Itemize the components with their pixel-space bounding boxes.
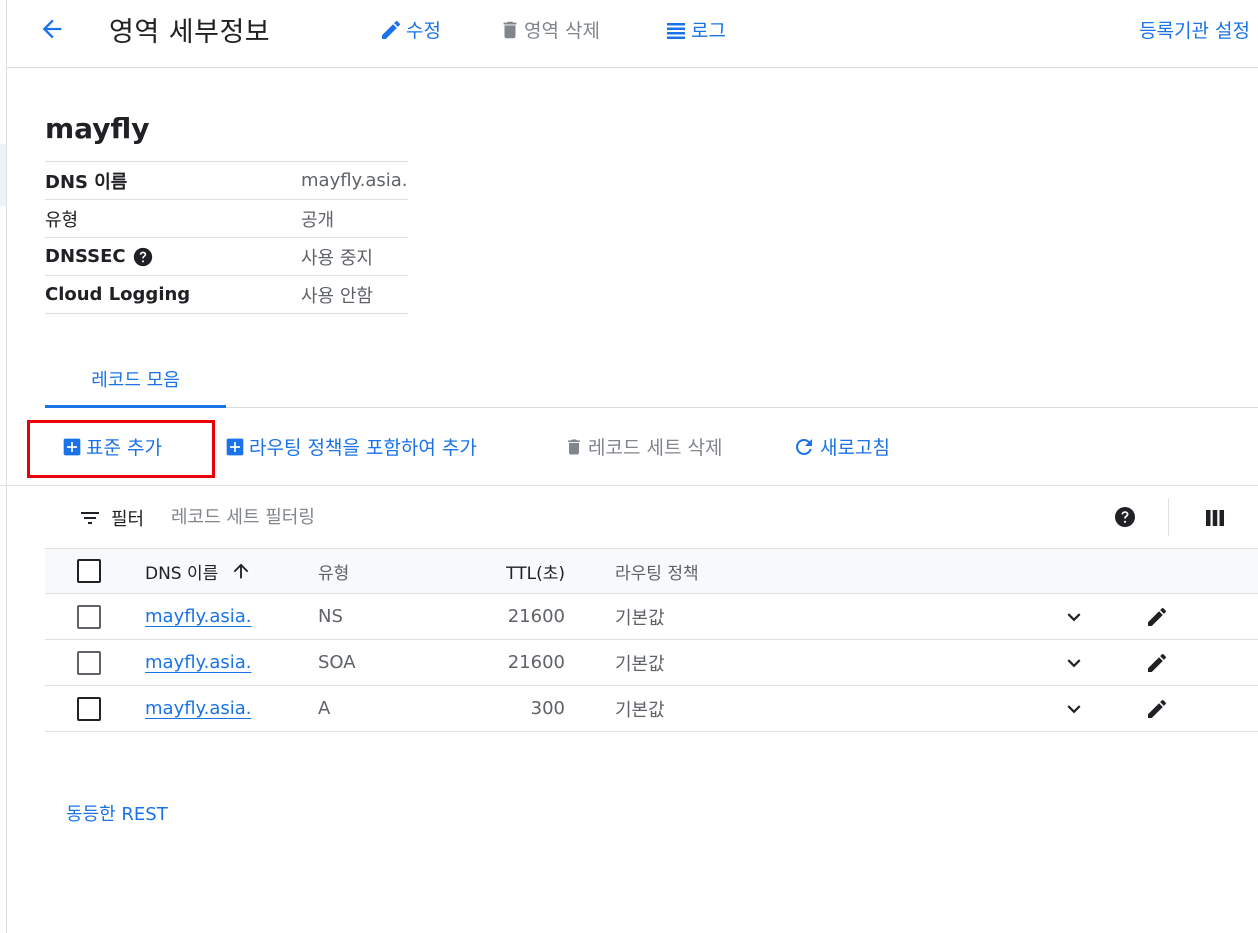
table-row: mayfly.asia. NS 21600 기본값 bbox=[45, 594, 1258, 640]
detail-label-wrapper: DNSSEC bbox=[45, 246, 154, 268]
select-all-checkbox[interactable] bbox=[77, 559, 101, 583]
pencil-icon bbox=[382, 20, 401, 39]
arrow-back-icon bbox=[42, 19, 62, 39]
add-with-routing-policy-button[interactable]: 라우팅 정책을 포함하여 추가 bbox=[225, 433, 477, 460]
toolbar-divider bbox=[1168, 498, 1169, 536]
chevron-down-icon[interactable] bbox=[1061, 640, 1087, 685]
delete-record-set-label: 레코드 세트 삭제 bbox=[588, 437, 723, 459]
refresh-button[interactable]: 새로고침 bbox=[792, 433, 890, 460]
routing-policy-cell: 기본값 bbox=[615, 653, 665, 675]
list-icon bbox=[667, 22, 685, 39]
equivalent-rest-link[interactable]: 동등한 REST bbox=[66, 800, 168, 826]
edit-zone-button[interactable]: 수정 bbox=[379, 16, 441, 43]
refresh-label: 새로고침 bbox=[820, 437, 890, 459]
plus-box-icon bbox=[226, 438, 244, 455]
detail-label: DNS 이름 bbox=[45, 171, 128, 193]
edit-zone-label: 수정 bbox=[406, 20, 441, 42]
top-toolbar: 영역 세부정보 수정 영역 삭제 로그 등록기관 설정 bbox=[7, 0, 1258, 68]
dns-name-link[interactable]: mayfly.asia. bbox=[145, 606, 252, 627]
delete-record-set-button[interactable]: 레코드 세트 삭제 bbox=[564, 433, 722, 460]
dns-name-cell: mayfly.asia. bbox=[145, 640, 252, 685]
left-rail-active-marker bbox=[0, 144, 6, 206]
column-header-routing-policy: 라우팅 정책 bbox=[615, 563, 699, 584]
ttl-cell: 21600 bbox=[507, 652, 565, 673]
chevron-down-icon[interactable] bbox=[1061, 594, 1087, 639]
add-with-routing-label: 라우팅 정책을 포함하여 추가 bbox=[249, 437, 477, 459]
detail-value: 사용 안함 bbox=[301, 285, 373, 307]
detail-row-cloud-logging: Cloud Logging 사용 안함 bbox=[45, 276, 408, 314]
detail-value: mayfly.asia. bbox=[301, 170, 408, 191]
detail-label: Cloud Logging bbox=[45, 284, 191, 305]
help-circle-icon[interactable] bbox=[1113, 505, 1137, 533]
table-header-row: DNS 이름 유형 TTL(초) 라우팅 정책 bbox=[45, 549, 1258, 594]
filter-input[interactable] bbox=[171, 500, 871, 534]
detail-row-type: 유형 공개 bbox=[45, 200, 408, 238]
detail-row-dnssec: DNSSEC 사용 중지 bbox=[45, 238, 408, 276]
registrar-setup-link[interactable]: 등록기관 설정 bbox=[1139, 16, 1250, 43]
add-standard-button[interactable]: 표준 추가 bbox=[62, 433, 162, 460]
filter-label: 필터 bbox=[111, 509, 145, 530]
ttl-cell: 300 bbox=[530, 698, 565, 719]
pencil-icon[interactable] bbox=[1145, 640, 1169, 685]
trash-icon bbox=[503, 21, 517, 38]
table-row: mayfly.asia. A 300 기본값 bbox=[45, 686, 1258, 732]
type-cell: SOA bbox=[318, 652, 356, 673]
filter-bar: 필터 bbox=[45, 486, 1258, 549]
row-checkbox-cell bbox=[77, 594, 101, 639]
type-cell: NS bbox=[318, 606, 343, 627]
type-cell: A bbox=[318, 698, 331, 719]
detail-row-dns-name: DNS 이름 mayfly.asia. bbox=[45, 162, 408, 200]
tab-bar: 레코드 모음 bbox=[45, 352, 1258, 408]
ttl-cell: 21600 bbox=[507, 606, 565, 627]
row-checkbox-cell bbox=[77, 640, 101, 685]
zone-name-heading: mayfly bbox=[45, 112, 150, 145]
zone-details-table: DNS 이름 mayfly.asia. 유형 공개 DNSSEC 사용 중지 C… bbox=[45, 161, 408, 314]
logs-label: 로그 bbox=[691, 20, 726, 42]
delete-zone-button[interactable]: 영역 삭제 bbox=[499, 16, 600, 43]
row-checkbox[interactable] bbox=[77, 650, 101, 675]
column-header-label: DNS 이름 bbox=[145, 563, 219, 584]
page-title: 영역 세부정보 bbox=[109, 17, 271, 48]
dns-name-cell: mayfly.asia. bbox=[145, 686, 252, 731]
row-checkbox-cell bbox=[77, 686, 101, 731]
delete-zone-label: 영역 삭제 bbox=[524, 20, 600, 42]
routing-policy-cell: 기본값 bbox=[615, 607, 665, 629]
record-sets-table: DNS 이름 유형 TTL(초) 라우팅 정책 mayfly.asia. NS … bbox=[45, 549, 1258, 732]
detail-label: 유형 bbox=[45, 209, 79, 231]
logs-button[interactable]: 로그 bbox=[664, 16, 726, 43]
row-checkbox[interactable] bbox=[77, 604, 101, 629]
dns-name-link[interactable]: mayfly.asia. bbox=[145, 652, 252, 673]
dns-name-link[interactable]: mayfly.asia. bbox=[145, 698, 252, 719]
dns-name-cell: mayfly.asia. bbox=[145, 594, 252, 639]
row-checkbox[interactable] bbox=[77, 696, 101, 721]
pencil-icon[interactable] bbox=[1145, 594, 1169, 639]
column-header-dns-name[interactable]: DNS 이름 bbox=[145, 549, 252, 593]
column-header-type: 유형 bbox=[318, 563, 350, 584]
record-actions-bar: 표준 추가 라우팅 정책을 포함하여 추가 레코드 세트 삭제 새로고침 bbox=[0, 408, 1258, 486]
back-button[interactable] bbox=[37, 14, 67, 44]
detail-value: 사용 중지 bbox=[301, 247, 373, 269]
help-circle-icon[interactable] bbox=[132, 246, 154, 268]
pencil-icon[interactable] bbox=[1145, 686, 1169, 731]
detail-value: 공개 bbox=[301, 209, 335, 231]
filter-icon bbox=[78, 506, 102, 534]
chevron-down-icon[interactable] bbox=[1061, 686, 1087, 731]
arrow-up-icon[interactable] bbox=[230, 560, 252, 582]
add-standard-label: 표준 추가 bbox=[86, 437, 162, 459]
detail-label: DNSSEC bbox=[45, 246, 126, 267]
refresh-icon bbox=[795, 438, 812, 455]
tab-record-sets[interactable]: 레코드 모음 bbox=[45, 352, 226, 408]
plus-box-icon bbox=[63, 438, 81, 455]
column-header-ttl: TTL(초) bbox=[506, 563, 565, 584]
column-display-icon[interactable] bbox=[1203, 506, 1227, 534]
routing-policy-cell: 기본값 bbox=[615, 699, 665, 721]
table-row: mayfly.asia. SOA 21600 기본값 bbox=[45, 640, 1258, 686]
header-checkbox-cell bbox=[77, 549, 101, 593]
trash-icon bbox=[568, 439, 580, 454]
